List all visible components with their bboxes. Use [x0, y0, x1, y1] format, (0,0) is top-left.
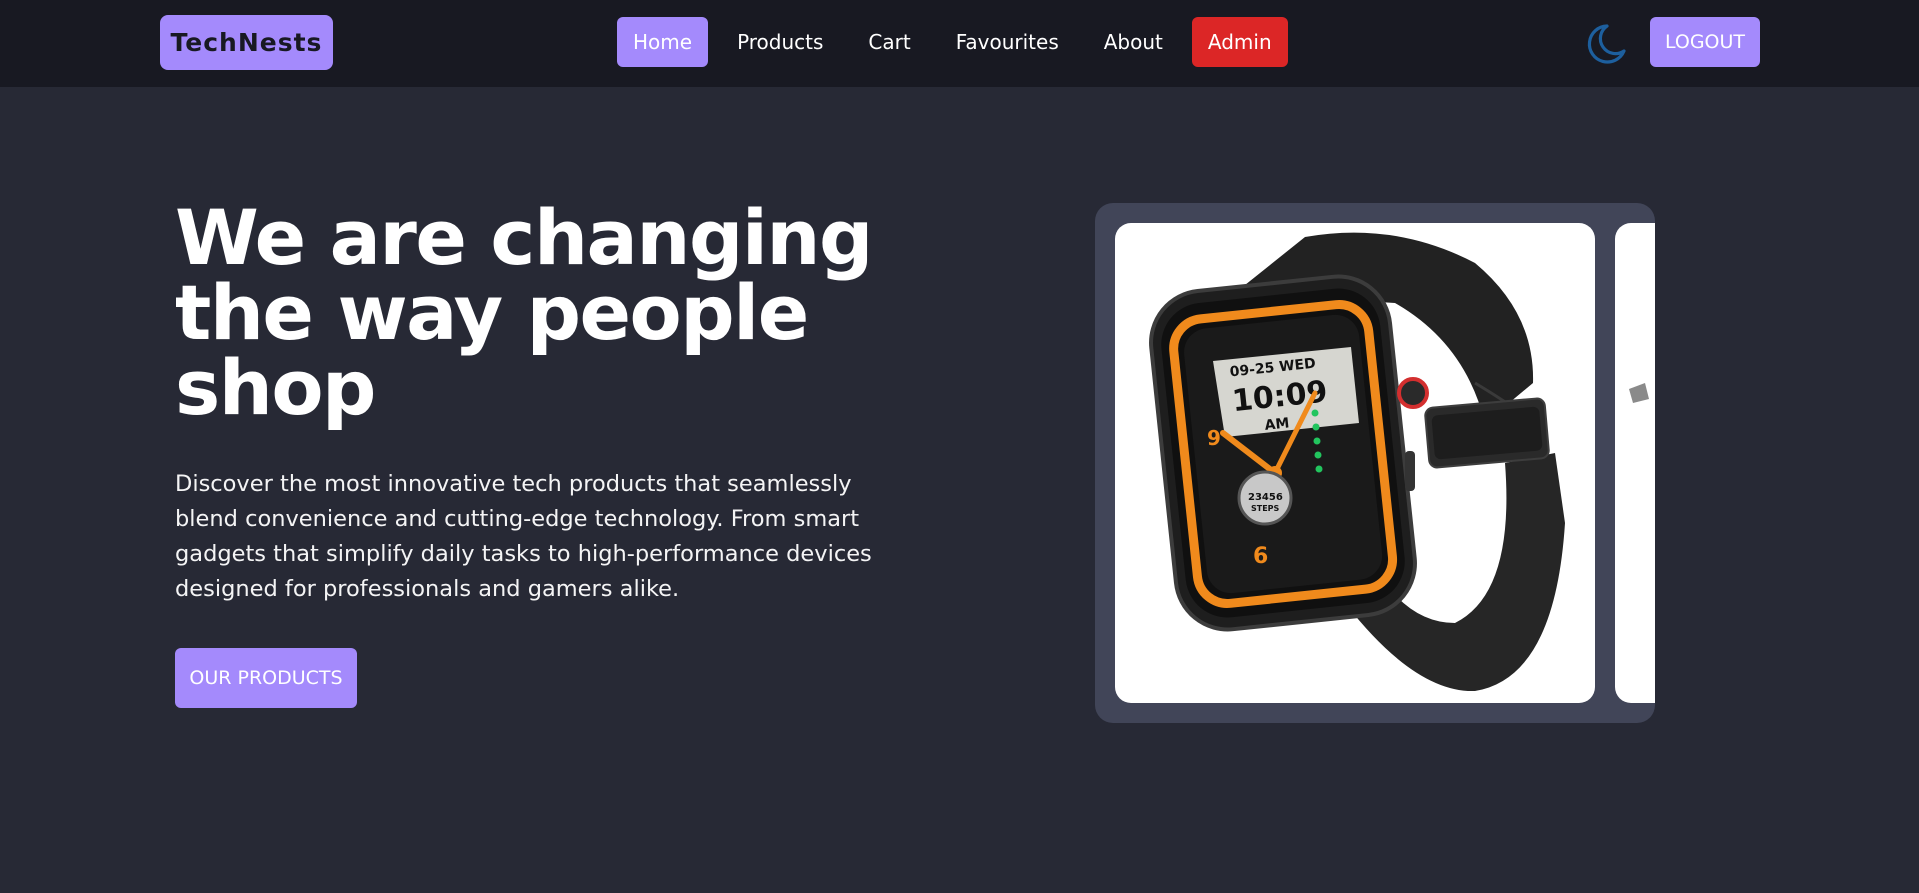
- hero-title: We are changing the way people shop: [175, 193, 873, 432]
- navbar: TechNests Home Products Cart Favourites …: [0, 0, 1919, 87]
- product-image: [1629, 383, 1649, 403]
- watch-steps: 23456: [1248, 492, 1283, 503]
- watch-numeral-9: 9: [1207, 426, 1221, 450]
- logout-button[interactable]: LOGOUT: [1650, 17, 1760, 67]
- nav-link-about[interactable]: About: [1088, 17, 1179, 67]
- nav-link-favourites[interactable]: Favourites: [940, 17, 1075, 67]
- moon-icon: [1587, 24, 1626, 64]
- our-products-button[interactable]: OUR PRODUCTS: [175, 648, 357, 708]
- nav-link-cart[interactable]: Cart: [852, 17, 926, 67]
- carousel-slide[interactable]: 09-25 WED 10:09 AM 9 6 23456 STEPS: [1115, 223, 1595, 703]
- hero-description: Discover the most innovative tech produc…: [175, 471, 872, 602]
- smartwatch-image: 09-25 WED 10:09 AM 9 6 23456 STEPS: [1149, 232, 1565, 692]
- nav-link-home[interactable]: Home: [617, 17, 709, 67]
- theme-toggle[interactable]: [1583, 22, 1627, 66]
- watch-steps-label: STEPS: [1251, 504, 1280, 513]
- watch-numeral-6: 6: [1253, 544, 1268, 569]
- carousel-slide[interactable]: [1615, 223, 1655, 703]
- brand-logo[interactable]: TechNests: [160, 15, 333, 70]
- watch-ampm: AM: [1264, 415, 1290, 434]
- nav-link-admin[interactable]: Admin: [1191, 17, 1288, 67]
- nav-links: Home Products Cart Favourites About Admi…: [617, 17, 1301, 67]
- product-carousel[interactable]: 09-25 WED 10:09 AM 9 6 23456 STEPS: [1095, 203, 1655, 723]
- nav-link-products[interactable]: Products: [721, 17, 839, 67]
